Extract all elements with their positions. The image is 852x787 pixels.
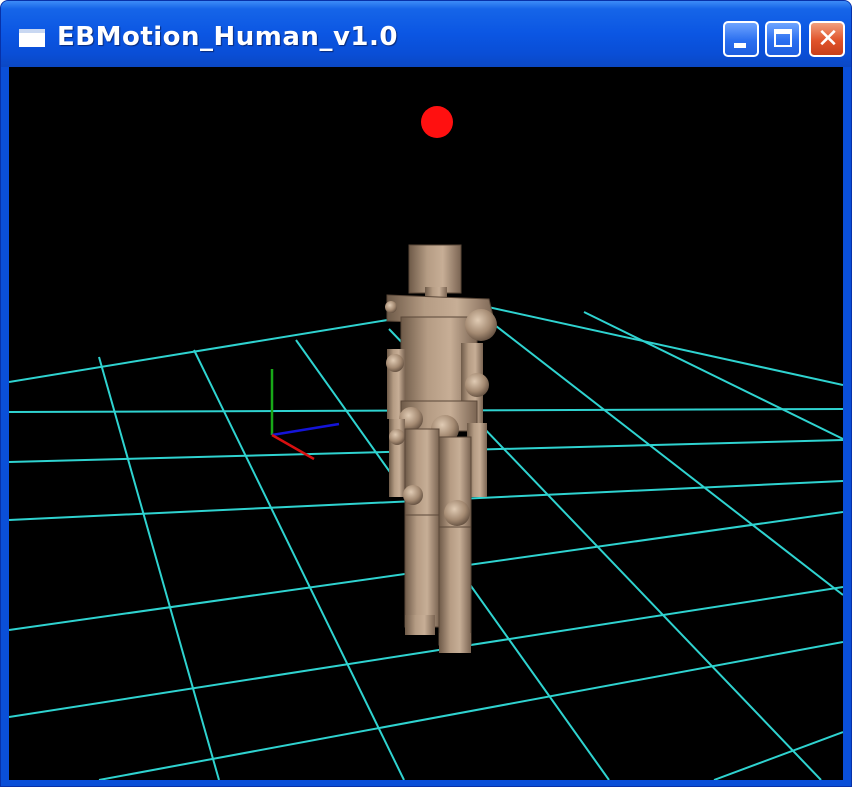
maximize-icon [774, 29, 792, 47]
application-window-icon[interactable] [19, 29, 45, 47]
window-title: EBMotion_Human_v1.0 [57, 22, 398, 52]
axes-gizmo [270, 369, 340, 461]
close-icon: ✕ [817, 24, 839, 54]
target-marker[interactable] [421, 106, 453, 138]
minimize-icon [734, 43, 746, 48]
minimize-button[interactable] [723, 21, 759, 57]
3d-viewport[interactable] [9, 67, 843, 780]
humanoid-figure[interactable] [385, 244, 497, 653]
title-bar[interactable]: EBMotion_Human_v1.0 ✕ [1, 1, 851, 67]
close-button[interactable]: ✕ [809, 21, 845, 57]
maximize-button[interactable] [765, 21, 801, 57]
app-window: EBMotion_Human_v1.0 ✕ [0, 0, 852, 787]
scene-canvas [9, 106, 843, 780]
